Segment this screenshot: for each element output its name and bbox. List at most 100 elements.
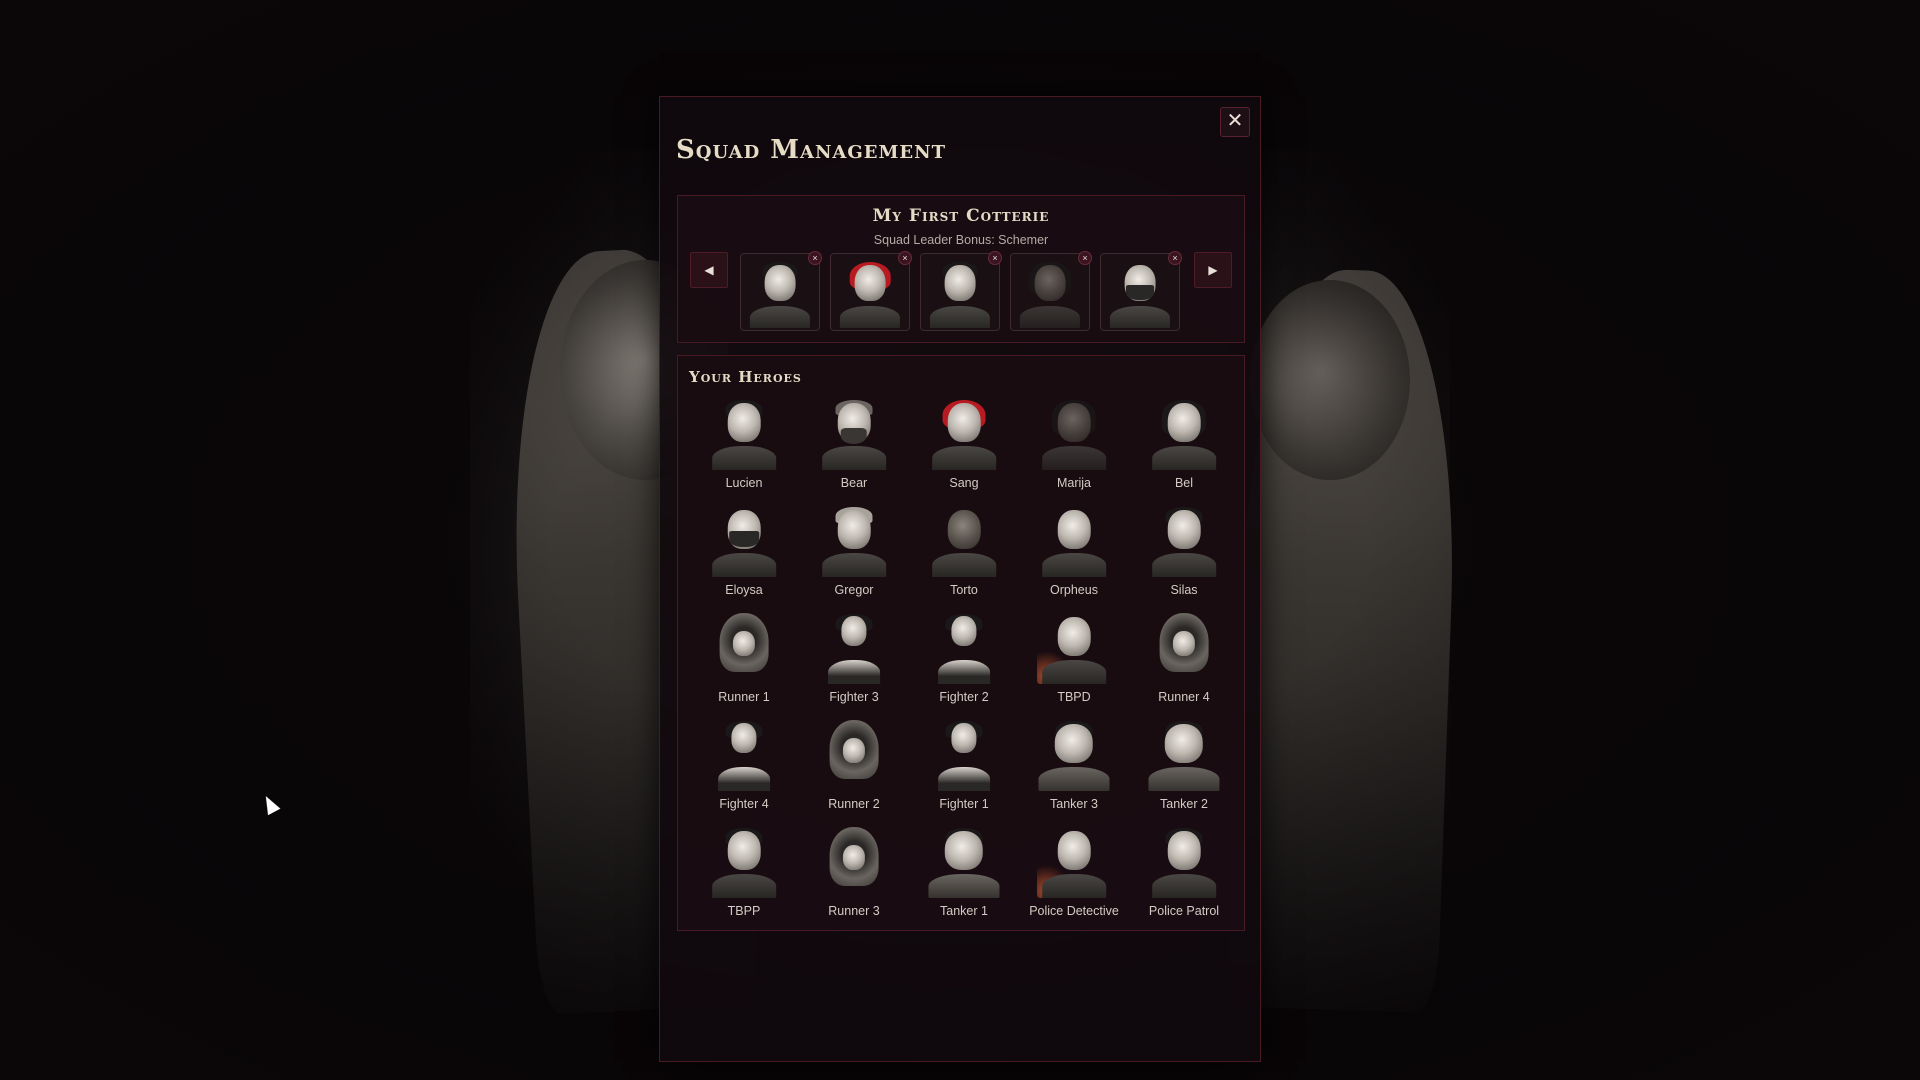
red-hair-woman-icon (835, 258, 905, 328)
heavy-man-icon (1037, 717, 1111, 791)
blindfolded-man-icon (1037, 503, 1111, 577)
hooded-runner-icon (817, 717, 891, 791)
hero-name: Police Detective (1029, 904, 1119, 918)
heroes-title: Your Heroes (689, 368, 802, 386)
hero-card[interactable]: Gregor (799, 501, 909, 608)
hero-card[interactable]: TBPP (689, 822, 799, 929)
heavy-man-icon (927, 824, 1001, 898)
dark-hair-man-icon (1147, 503, 1221, 577)
hero-name: Bel (1174, 476, 1194, 490)
hero-name: Fighter 2 (939, 690, 989, 704)
squad-slot[interactable]: × (920, 251, 1002, 331)
squad-leader-bonus: Squad Leader Bonus: Schemer (873, 233, 1049, 247)
masked-woman-icon (707, 503, 781, 577)
hero-card[interactable]: Bear (799, 394, 909, 501)
hero-card[interactable]: Fighter 3 (799, 608, 909, 715)
heroes-panel: Your Heroes Lucien Bear Sang Marija Bel Eloys… (677, 355, 1245, 931)
bald-detective-icon (1037, 824, 1111, 898)
hero-name: Fighter 3 (829, 690, 879, 704)
squad-slot[interactable]: × (830, 251, 912, 331)
remove-member-button[interactable]: × (808, 251, 822, 265)
hero-card[interactable]: TBPD (1019, 608, 1129, 715)
fighter-icon (817, 610, 891, 684)
hero-card[interactable]: Police Detective (1019, 822, 1129, 929)
squad-slot[interactable]: × (740, 251, 822, 331)
hero-card[interactable]: Runner 3 (799, 822, 909, 929)
hero-card[interactable]: Fighter 2 (909, 608, 1019, 715)
hero-name: Gregor (834, 583, 874, 597)
braided-hair-woman-icon (1015, 258, 1085, 328)
hero-name: Fighter 1 (939, 797, 989, 811)
hero-name: Eloysa (725, 583, 763, 597)
hero-card[interactable]: Bel (1129, 394, 1239, 501)
hero-card[interactable]: Tanker 1 (909, 822, 1019, 929)
hero-name: Fighter 4 (719, 797, 769, 811)
hero-name: Runner 1 (718, 690, 770, 704)
hooded-runner-icon (817, 824, 891, 898)
old-man-glasses-icon (817, 503, 891, 577)
hero-name: TBPP (727, 904, 761, 918)
braided-hair-woman-icon (1037, 396, 1111, 470)
squad-slot[interactable]: × (1100, 251, 1182, 331)
hero-name: Tanker 1 (940, 904, 988, 918)
squad-name: My First Cotterie (872, 206, 1050, 226)
squad-panel: My First Cotterie Squad Leader Bonus: Sc… (677, 195, 1245, 343)
squad-slots: × × × × × (740, 251, 1182, 331)
red-hair-woman-icon (927, 396, 1001, 470)
hero-card[interactable]: Lucien (689, 394, 799, 501)
next-squad-button[interactable]: ▶ (1194, 252, 1232, 288)
hero-name: Runner 4 (1158, 690, 1210, 704)
remove-member-button[interactable]: × (1168, 251, 1182, 265)
hero-name: Bear (840, 476, 868, 490)
hero-name: TBPD (1057, 690, 1091, 704)
hero-card[interactable]: Fighter 1 (909, 715, 1019, 822)
hero-card[interactable]: Police Patrol (1129, 822, 1239, 929)
hero-name: Torto (950, 583, 978, 597)
hero-card[interactable]: Silas (1129, 501, 1239, 608)
bearded-man-icon (817, 396, 891, 470)
heavy-man-icon (1147, 717, 1221, 791)
long-hair-woman-icon (1147, 396, 1221, 470)
hero-name: Marija (1056, 476, 1092, 490)
hero-card[interactable]: Marija (1019, 394, 1129, 501)
hero-name: Tanker 3 (1050, 797, 1098, 811)
hero-name: Silas (1170, 583, 1198, 597)
previous-squad-button[interactable]: ◀ (690, 252, 728, 288)
hero-grid: Lucien Bear Sang Marija Bel Eloysa Gregor Torto… (689, 394, 1239, 929)
masked-woman-icon (1105, 258, 1175, 328)
fighter-icon (707, 717, 781, 791)
dark-hair-man-icon (925, 258, 995, 328)
hero-card[interactable]: Tanker 3 (1019, 715, 1129, 822)
fighter-icon (927, 717, 1001, 791)
hero-card[interactable]: Tanker 2 (1129, 715, 1239, 822)
hero-card[interactable]: Fighter 4 (689, 715, 799, 822)
dark-hair-man-icon (707, 824, 781, 898)
close-button[interactable]: ✕ (1220, 107, 1250, 137)
hero-name: Lucien (725, 476, 763, 490)
remove-member-button[interactable]: × (988, 251, 1002, 265)
dark-hair-man-icon (1147, 824, 1221, 898)
hero-card[interactable]: Orpheus (1019, 501, 1129, 608)
hooded-runner-icon (707, 610, 781, 684)
bald-man-icon (927, 503, 1001, 577)
fighter-icon (927, 610, 1001, 684)
hero-card[interactable]: Runner 1 (689, 608, 799, 715)
hero-name: Orpheus (1050, 583, 1098, 597)
suit-man-icon (745, 258, 815, 328)
squad-slot[interactable]: × (1010, 251, 1092, 331)
hero-card[interactable]: Runner 2 (799, 715, 909, 822)
suit-man-icon (707, 396, 781, 470)
bald-detective-icon (1037, 610, 1111, 684)
squad-management-modal: Squad Management ✕ My First Cotterie Squ… (659, 96, 1261, 1062)
hero-name: Tanker 2 (1160, 797, 1208, 811)
hero-name: Runner 2 (828, 797, 880, 811)
hero-name: Sang (949, 476, 979, 490)
hero-name: Police Patrol (1148, 904, 1220, 918)
hooded-runner-icon (1147, 610, 1221, 684)
remove-member-button[interactable]: × (898, 251, 912, 265)
hero-card[interactable]: Sang (909, 394, 1019, 501)
hero-card[interactable]: Torto (909, 501, 1019, 608)
hero-card[interactable]: Runner 4 (1129, 608, 1239, 715)
hero-card[interactable]: Eloysa (689, 501, 799, 608)
remove-member-button[interactable]: × (1078, 251, 1092, 265)
